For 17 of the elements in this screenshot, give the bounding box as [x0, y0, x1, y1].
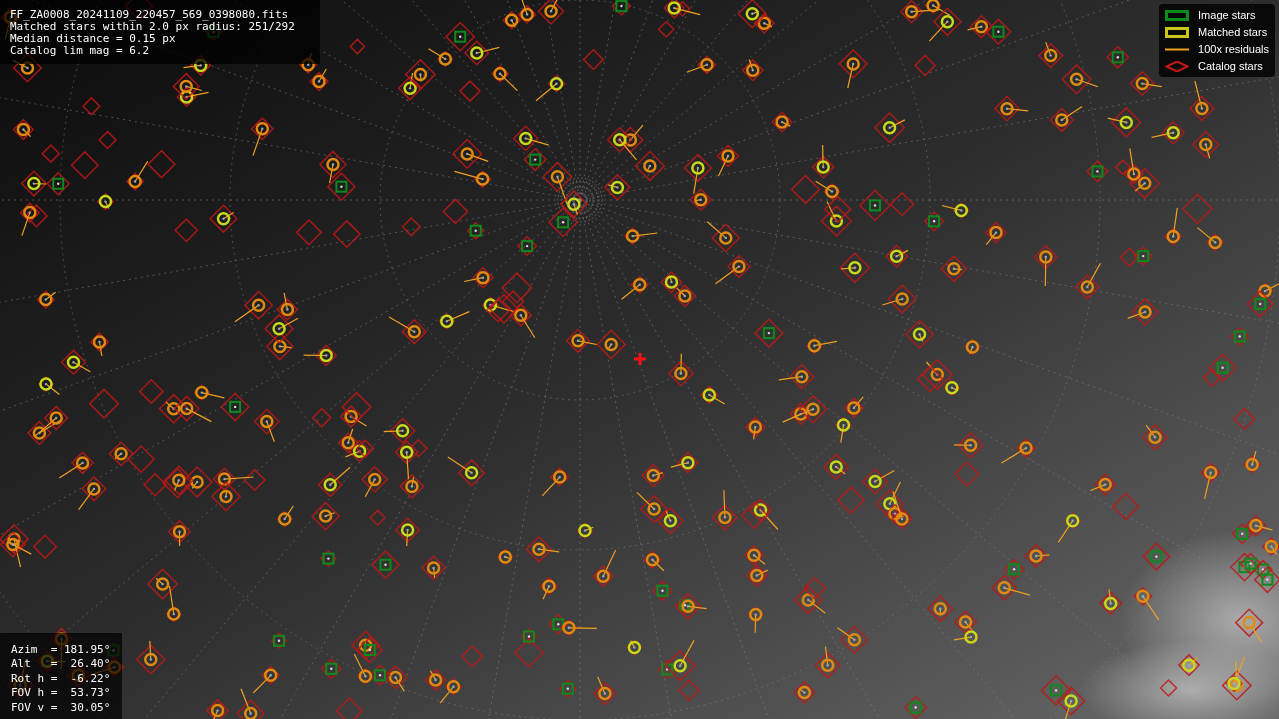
legend-label: Catalog stars: [1198, 58, 1263, 74]
info-text: Median distance = 0.15 px: [10, 33, 177, 45]
pointing-text: Azim = 181.95°: [11, 642, 112, 657]
diamond-marker-icon: [1165, 60, 1190, 72]
pointing-text: FOV h = 53.73°: [11, 686, 112, 701]
pointing-text: FOV v = 30.05°: [11, 700, 112, 715]
pointing-text: Rot h = -6.22°: [11, 671, 112, 686]
square-marker-icon: [1165, 26, 1190, 38]
legend-label: 100x residuals: [1198, 41, 1269, 57]
info-text: FF_ZA0008_20241109_220457_569_0398080.fits: [10, 9, 290, 21]
line-marker-icon: [1165, 47, 1190, 51]
legend-label: Matched stars: [1198, 24, 1268, 40]
info-text: Catalog lim mag = 6.2: [10, 45, 151, 57]
square-marker-icon: [1165, 9, 1190, 21]
info-text: Matched stars within 2.0 px radius: 251/292: [10, 21, 296, 33]
pointing-text: Alt = 26.40°: [11, 657, 112, 672]
legend-label: Image stars: [1198, 7, 1256, 23]
